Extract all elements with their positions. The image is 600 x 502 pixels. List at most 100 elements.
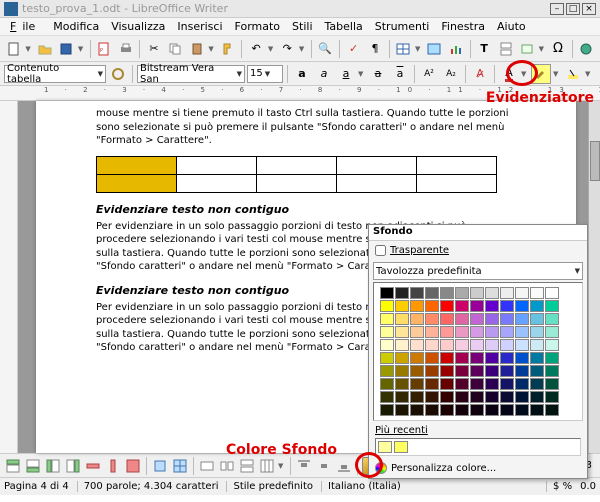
color-swatch[interactable] (515, 391, 529, 403)
clone-format-icon[interactable] (218, 39, 237, 59)
update-style-icon[interactable] (108, 64, 128, 84)
color-swatch[interactable] (440, 339, 454, 351)
insert-col-right-icon[interactable] (64, 457, 82, 475)
font-size-combo[interactable]: 15▼ (247, 65, 283, 83)
optimize-dropdown[interactable]: ▼ (278, 462, 286, 470)
italic-icon[interactable]: a (314, 64, 334, 84)
save-dropdown[interactable]: ▼ (78, 45, 86, 53)
scroll-thumb[interactable] (590, 141, 600, 181)
color-swatch[interactable] (380, 404, 394, 416)
color-swatch[interactable] (470, 404, 484, 416)
color-swatch[interactable] (410, 378, 424, 390)
menu-styles[interactable]: Stili (286, 18, 318, 35)
delete-col-icon[interactable] (104, 457, 122, 475)
color-swatch[interactable] (530, 339, 544, 351)
color-swatch[interactable] (440, 300, 454, 312)
color-swatch[interactable] (425, 404, 439, 416)
transparent-row[interactable]: Trasparente (369, 241, 587, 260)
delete-row-icon[interactable] (84, 457, 102, 475)
highlight-icon[interactable] (531, 64, 551, 84)
color-swatch[interactable] (455, 391, 469, 403)
color-swatch[interactable] (455, 352, 469, 364)
color-swatch[interactable] (485, 300, 499, 312)
color-swatch[interactable] (440, 313, 454, 325)
color-swatch[interactable] (425, 391, 439, 403)
color-swatch[interactable] (485, 391, 499, 403)
color-swatch[interactable] (380, 378, 394, 390)
subscript-icon[interactable]: A₂ (441, 64, 461, 84)
color-swatch[interactable] (515, 365, 529, 377)
color-swatch[interactable] (500, 365, 514, 377)
char-bg-dropdown[interactable]: ▼ (585, 70, 593, 78)
table-cell[interactable] (97, 174, 177, 192)
color-swatch[interactable] (530, 365, 544, 377)
color-swatch[interactable] (395, 404, 409, 416)
color-swatch[interactable] (395, 326, 409, 338)
color-swatch[interactable] (500, 404, 514, 416)
color-swatch[interactable] (545, 404, 559, 416)
table-cell[interactable] (257, 156, 337, 174)
copy-icon[interactable] (166, 39, 185, 59)
color-swatch[interactable] (380, 326, 394, 338)
insert-pagebreak-icon[interactable] (496, 39, 515, 59)
hyperlink-icon[interactable] (577, 39, 596, 59)
color-swatch[interactable] (455, 287, 469, 299)
color-swatch[interactable] (440, 391, 454, 403)
color-swatch[interactable] (395, 313, 409, 325)
color-swatch[interactable] (425, 287, 439, 299)
color-swatch[interactable] (410, 326, 424, 338)
color-swatch[interactable] (380, 352, 394, 364)
color-swatch[interactable] (410, 313, 424, 325)
table-cell[interactable] (337, 174, 417, 192)
transparent-checkbox[interactable] (375, 245, 386, 256)
color-swatch[interactable] (515, 352, 529, 364)
color-swatch[interactable] (395, 300, 409, 312)
color-swatch[interactable] (545, 378, 559, 390)
menu-tools[interactable]: Strumenti (369, 18, 436, 35)
menu-table[interactable]: Tabella (319, 18, 369, 35)
status-zoom-val[interactable]: 0.0 (580, 481, 596, 492)
save-icon[interactable] (56, 39, 75, 59)
menu-edit[interactable]: Modifica (47, 18, 105, 35)
color-swatch[interactable] (530, 326, 544, 338)
color-swatch[interactable] (410, 365, 424, 377)
insert-image-icon[interactable] (425, 39, 444, 59)
color-swatch[interactable] (485, 352, 499, 364)
color-swatch[interactable] (410, 352, 424, 364)
split-table-icon[interactable] (238, 457, 256, 475)
new-dropdown[interactable]: ▼ (25, 45, 33, 53)
color-swatch[interactable] (485, 313, 499, 325)
color-swatch[interactable] (485, 339, 499, 351)
color-swatch[interactable] (485, 378, 499, 390)
maximize-button[interactable]: □ (566, 3, 580, 15)
insert-chart-icon[interactable] (446, 39, 465, 59)
color-swatch[interactable] (380, 287, 394, 299)
color-swatch[interactable] (500, 287, 514, 299)
color-swatch[interactable] (470, 313, 484, 325)
color-swatch[interactable] (440, 404, 454, 416)
close-button[interactable]: × (582, 3, 596, 15)
menu-window[interactable]: Finestra (435, 18, 491, 35)
color-swatch[interactable] (455, 313, 469, 325)
table-cell[interactable] (337, 156, 417, 174)
palette-combo[interactable]: Tavolozza predefinita▼ (373, 262, 583, 280)
menu-help[interactable]: Aiuto (491, 18, 532, 35)
color-swatch[interactable] (425, 313, 439, 325)
color-swatch[interactable] (425, 352, 439, 364)
status-words[interactable]: 700 parole; 4.304 caratteri (77, 481, 219, 492)
color-swatch[interactable] (515, 339, 529, 351)
color-swatch[interactable] (455, 300, 469, 312)
clear-formatting-icon[interactable]: A̷ (470, 64, 490, 84)
color-swatch[interactable] (440, 365, 454, 377)
color-swatch[interactable] (470, 378, 484, 390)
table-cell[interactable] (97, 156, 177, 174)
merge-cells-icon[interactable] (198, 457, 216, 475)
color-swatch[interactable] (380, 339, 394, 351)
color-swatch[interactable] (440, 378, 454, 390)
table-dropdown[interactable]: ▼ (415, 45, 423, 53)
color-swatch[interactable] (530, 404, 544, 416)
status-language[interactable]: Italiano (Italia) (321, 481, 401, 492)
bold-icon[interactable]: a (292, 64, 312, 84)
color-swatch[interactable] (470, 352, 484, 364)
color-swatch[interactable] (545, 326, 559, 338)
